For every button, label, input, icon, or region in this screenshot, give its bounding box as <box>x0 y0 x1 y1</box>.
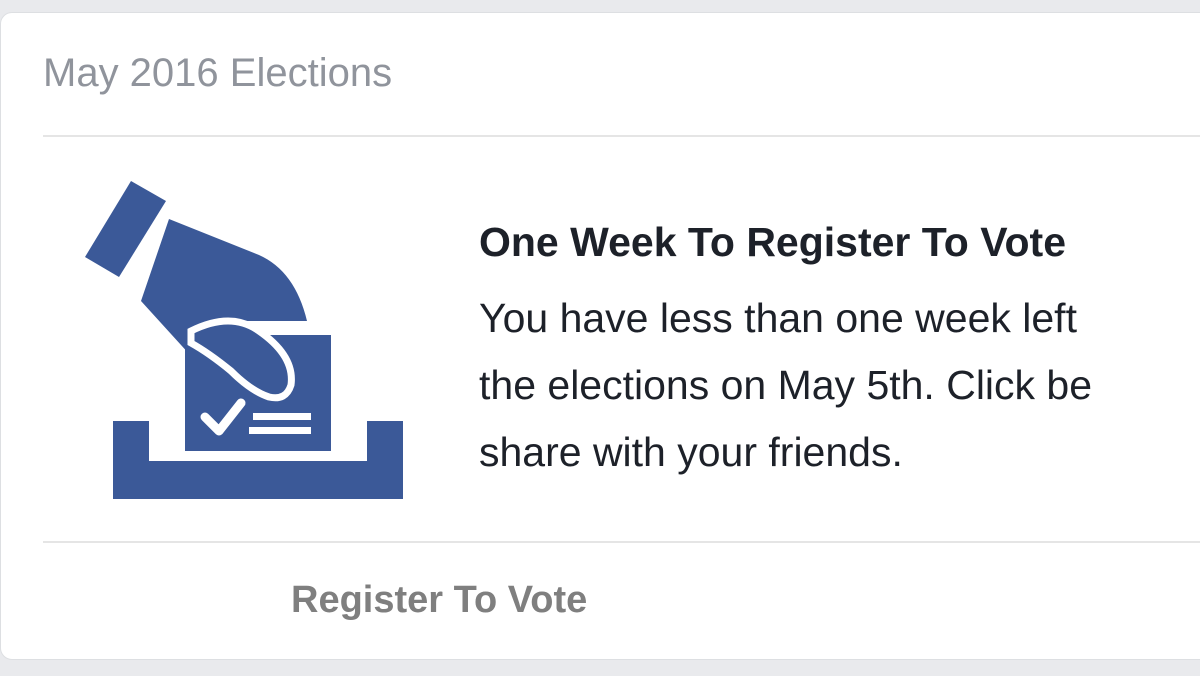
card-header: May 2016 Elections <box>43 13 1200 137</box>
election-card: May 2016 Elections One Week To Register … <box>0 12 1200 660</box>
register-to-vote-button[interactable]: Register To Vote <box>291 579 587 622</box>
promo-text-line: You have less than one week left <box>479 295 1077 341</box>
promo-text-line: share with your friends. <box>479 429 903 475</box>
ballot-box-icon <box>85 181 403 499</box>
card-footer: Register To Vote <box>43 541 1200 663</box>
promo-text: You have less than one week left the ele… <box>479 285 1200 486</box>
promo-text-line: the elections on May 5th. Click be <box>479 362 1093 408</box>
card-body: One Week To Register To Vote You have le… <box>1 137 1200 541</box>
promo-title: One Week To Register To Vote <box>479 219 1067 265</box>
card-title: May 2016 Elections <box>43 51 393 95</box>
